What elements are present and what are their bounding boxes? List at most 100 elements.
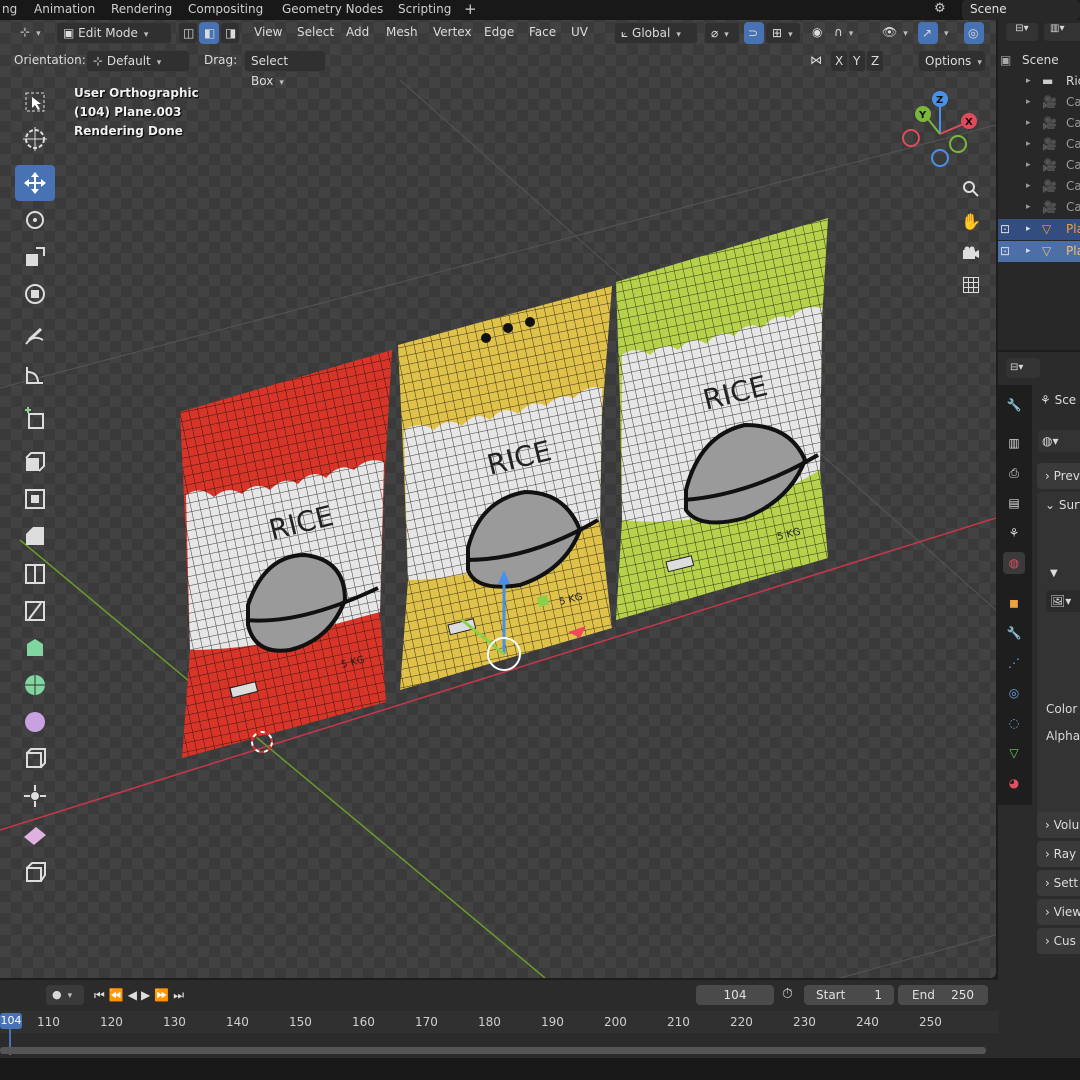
editor-type-button[interactable]: ⊹ ▾	[14, 22, 50, 44]
panel-settings[interactable]: › Sett	[1037, 870, 1080, 896]
pivot-point-selector[interactable]: ⌀ ▾	[704, 22, 740, 44]
panel-custom-properties[interactable]: › Cus	[1037, 928, 1080, 954]
scene-selector[interactable]: Scene	[962, 0, 1080, 20]
vertex-select-mode[interactable]: ◫	[178, 22, 198, 44]
display-mode-selector[interactable]: ▥▾	[1044, 23, 1080, 41]
keying-selector[interactable]: ● ▾	[46, 985, 84, 1005]
annotate-tool[interactable]	[15, 320, 55, 356]
camera-view-icon[interactable]	[958, 240, 984, 266]
grid-icon[interactable]	[958, 272, 984, 298]
face-select-mode[interactable]: ◨	[220, 22, 240, 44]
edge-slide-tool[interactable]	[15, 741, 55, 777]
mirror-z-toggle[interactable]: Z	[866, 50, 884, 72]
proportional-falloff-selector[interactable]: ∩ ▾	[828, 22, 864, 44]
world-selector[interactable]: ◍▾	[1038, 430, 1080, 452]
outliner-row-6[interactable]: ▸ 🎥 Ca	[998, 176, 1080, 197]
outliner-row-9[interactable]: ⊡ ▸ ▽ Pla	[998, 241, 1080, 262]
outliner-row-1[interactable]: ▸ ▬ Ric	[998, 71, 1080, 92]
data-tab-icon[interactable]: ▽	[1003, 742, 1025, 764]
workspace-tab-geometry-nodes[interactable]: Geometry Nodes	[276, 1, 389, 19]
modifier-tab-icon[interactable]: 🔧	[1003, 622, 1025, 644]
move-tool[interactable]	[15, 165, 55, 201]
menu-uv[interactable]: UV	[565, 22, 594, 44]
gizmo-options[interactable]: ▾	[938, 22, 960, 44]
options-button[interactable]: Options ▾	[918, 50, 986, 72]
orientation-selector[interactable]: ⊹ Default ▾	[86, 50, 190, 72]
jump-start-icon[interactable]: ⏮	[94, 985, 105, 1005]
rip-region-tool[interactable]	[15, 854, 55, 890]
loop-cut-tool[interactable]	[15, 556, 55, 592]
3d-viewport[interactable]: RICE 5 KG RICE 5 KG RICE 5 KG ⊹ ▾ ▣ Edit…	[0, 20, 996, 978]
overlay-toggle[interactable]: ◎	[964, 22, 984, 44]
play-reverse-icon[interactable]: ◀	[128, 985, 137, 1005]
smooth-tool[interactable]	[15, 704, 55, 740]
jump-end-icon[interactable]: ⏭	[173, 985, 184, 1005]
outliner-scene-row[interactable]: ▣ Scene	[998, 50, 1080, 71]
world-tab-icon[interactable]: ◍	[1003, 552, 1025, 574]
workspace-tab-layout[interactable]: ng	[0, 1, 23, 19]
panel-volume[interactable]: › Volu	[1037, 812, 1080, 838]
menu-vertex[interactable]: Vertex	[427, 22, 478, 44]
hand-icon[interactable]: ✋	[958, 208, 984, 234]
zoom-icon[interactable]	[958, 176, 984, 202]
viewport-canvas[interactable]: RICE 5 KG RICE 5 KG RICE 5 KG	[0, 20, 996, 978]
snap-toggle[interactable]: ⊃	[744, 22, 764, 44]
cursor-tool[interactable]	[15, 121, 55, 157]
scale-tool[interactable]	[15, 239, 55, 275]
shear-tool[interactable]	[15, 817, 55, 853]
start-frame-field[interactable]: Start 1	[804, 985, 894, 1005]
panel-surface[interactable]: ⌄ Surf	[1037, 492, 1080, 822]
menu-face[interactable]: Face	[523, 22, 562, 44]
material-tab-icon[interactable]: ◕	[1003, 772, 1025, 794]
end-frame-field[interactable]: End 250	[898, 985, 988, 1005]
workspace-tab-rendering[interactable]: Rendering	[105, 1, 178, 19]
measure-tool[interactable]	[15, 357, 55, 393]
panel-viewport-display[interactable]: › View	[1037, 899, 1080, 925]
menu-select[interactable]: Select	[291, 22, 340, 44]
outliner-row-4[interactable]: ▸ 🎥 Ca	[998, 134, 1080, 155]
view-layer-tab-icon[interactable]: ▤	[1003, 492, 1025, 514]
outliner[interactable]: ⊟▾ ▥▾ ▣ Scene ▸ ▬ Ric ▸ 🎥 Ca ▸ 🎥 Ca ▸ 🎥 …	[998, 20, 1080, 350]
object-tab-icon[interactable]: ◼	[1003, 592, 1025, 614]
timeline-scrollbar[interactable]	[0, 1047, 986, 1054]
mirror-y-toggle[interactable]: Y	[848, 50, 866, 72]
outliner-row-7[interactable]: ▸ 🎥 Ca	[998, 197, 1080, 218]
workspace-tab-compositing[interactable]: Compositing	[182, 1, 269, 19]
scene-tab-icon[interactable]: ⚘	[1003, 522, 1025, 544]
mirror-x-toggle[interactable]: X	[830, 50, 848, 72]
proportional-edit-toggle[interactable]: ◉	[806, 22, 828, 44]
properties-editor-type[interactable]: ⊟▾	[1006, 358, 1040, 378]
outliner-row-3[interactable]: ▸ 🎥 Ca	[998, 113, 1080, 134]
edge-select-mode[interactable]: ◧	[199, 22, 219, 44]
stopwatch-icon[interactable]: ⏱	[782, 986, 793, 1002]
particles-tab-icon[interactable]: ⋰	[1003, 652, 1025, 674]
poly-build-tool[interactable]	[15, 630, 55, 666]
playhead-label[interactable]: 104	[0, 1013, 22, 1029]
panel-preview[interactable]: › Prev	[1037, 463, 1080, 489]
menu-add[interactable]: Add	[340, 22, 375, 44]
tool-tab-icon[interactable]: 🔧	[1003, 394, 1025, 416]
workspace-tab-animation[interactable]: Animation	[28, 1, 101, 19]
outliner-row-2[interactable]: ▸ 🎥 Ca	[998, 92, 1080, 113]
inset-tool[interactable]	[15, 481, 55, 517]
collapse-arrow-icon[interactable]: ▼	[1050, 568, 1058, 579]
transform-tool[interactable]	[15, 276, 55, 312]
extrude-tool[interactable]	[15, 443, 55, 479]
next-keyframe-icon[interactable]: ⏩	[154, 985, 169, 1005]
play-icon[interactable]: ▶	[141, 985, 150, 1005]
add-workspace-button[interactable]: +	[458, 1, 483, 19]
menu-view[interactable]: View	[248, 22, 288, 44]
transform-orientation-selector[interactable]: ⟀ Global ▾	[614, 22, 698, 44]
constraints-tab-icon[interactable]: ◌	[1003, 712, 1025, 734]
output-tab-icon[interactable]: ⎙	[1003, 462, 1025, 484]
menu-mesh[interactable]: Mesh	[380, 22, 424, 44]
outliner-row-5[interactable]: ▸ 🎥 Ca	[998, 155, 1080, 176]
render-tab-icon[interactable]: ▥	[1003, 432, 1025, 454]
gizmo-toggle[interactable]: ↗	[918, 22, 938, 44]
workspace-tab-scripting[interactable]: Scripting	[392, 1, 457, 19]
current-frame-field[interactable]: 104	[696, 985, 774, 1005]
panel-ray-visibility[interactable]: › Ray	[1037, 841, 1080, 867]
texture-selector[interactable]: 🖼▾	[1046, 590, 1080, 612]
rotate-tool[interactable]	[15, 202, 55, 238]
outliner-editor-type[interactable]: ⊟▾	[1006, 23, 1038, 41]
